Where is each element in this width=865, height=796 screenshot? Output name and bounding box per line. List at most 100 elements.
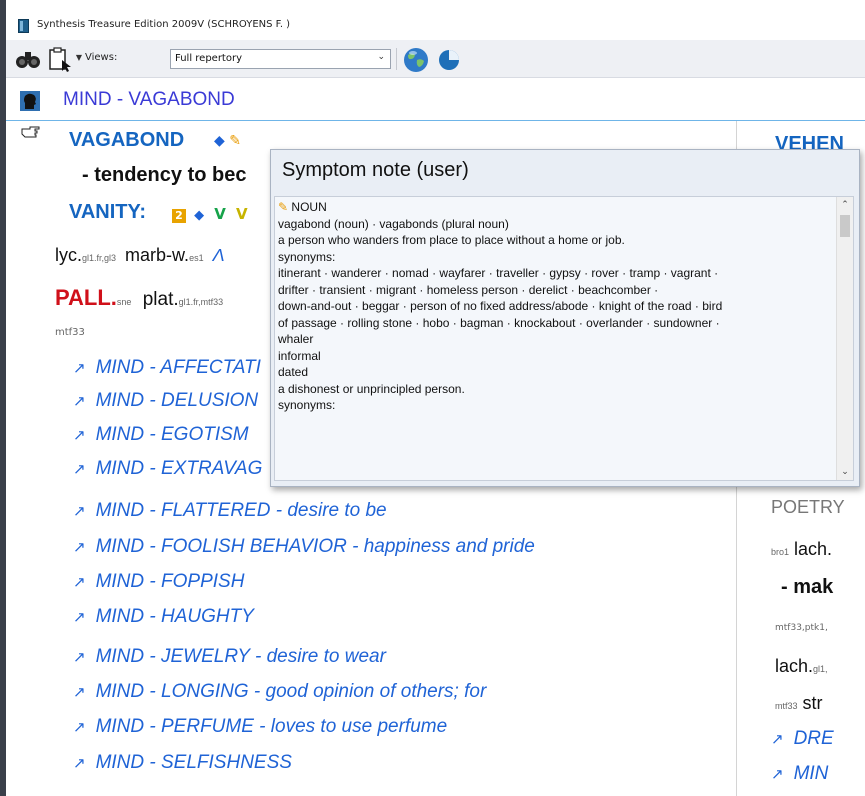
source-reference: mtf33 bbox=[55, 327, 85, 338]
globe-icon[interactable] bbox=[401, 46, 431, 74]
count-badge: 2 bbox=[172, 209, 186, 223]
title-bar: Synthesis Treasure Edition 2009V (SCHROY… bbox=[6, 14, 865, 38]
crossref-link[interactable]: ↗ MIND - DELUSION bbox=[73, 390, 258, 412]
note-line: informal bbox=[278, 348, 321, 363]
crossref-main: MIND - HAUGHTY bbox=[95, 606, 254, 627]
crossref-link[interactable]: ↗ MIN bbox=[771, 763, 828, 785]
crossref-link[interactable]: ↗ MIND - FOPPISH bbox=[73, 571, 244, 593]
symptom-note-popup[interactable]: Symptom note (user) ✎ NOUN vagabond (nou… bbox=[270, 149, 860, 487]
note-line: itinerant · wanderer · nomad · wayfarer … bbox=[278, 266, 719, 280]
crossref-main: MIND - SELFISHNESS bbox=[95, 752, 292, 773]
remedy-source: gl1.fr,gl3 bbox=[82, 253, 117, 263]
pointing-hand-icon[interactable] bbox=[21, 124, 41, 142]
scroll-down-icon[interactable]: ⌄ bbox=[837, 464, 853, 480]
subrubric-mak[interactable]: - mak bbox=[781, 576, 833, 599]
remedy-list-line: bro1 lach. bbox=[771, 539, 832, 560]
crossref-arrow-icon: ↗ bbox=[73, 609, 86, 626]
crossref-arrow-icon: ↗ bbox=[73, 684, 86, 701]
remedy-plat[interactable]: plat. bbox=[143, 289, 179, 310]
crossref-main: MIND - LONGING bbox=[95, 681, 249, 702]
subrubric-tendency[interactable]: - tendency to bec bbox=[82, 164, 246, 187]
crossref-arrow-icon: ↗ bbox=[771, 766, 784, 783]
crossref-link[interactable]: ↗ DRE bbox=[771, 728, 834, 750]
crossref-main: MIND - JEWELRY bbox=[95, 646, 250, 667]
crossref-arrow-icon: ↗ bbox=[73, 755, 86, 772]
blue-diamond-icon[interactable]: ◆ bbox=[214, 133, 225, 149]
crossref-detail: - happiness and pride bbox=[346, 536, 535, 557]
rubric-vanity[interactable]: VANITY: bbox=[69, 201, 146, 224]
crossref-arrow-icon: ↗ bbox=[73, 427, 86, 444]
rubric-poetry[interactable]: POETRY bbox=[771, 497, 845, 518]
crossref-arrow-icon: ↗ bbox=[73, 539, 86, 556]
crossref-link[interactable]: ↗ MIND - LONGING - good opinion of others… bbox=[73, 681, 486, 703]
vertical-scrollbar[interactable]: ⌃ ⌄ bbox=[836, 197, 853, 480]
remedy-pall[interactable]: PALL. bbox=[55, 285, 117, 310]
blue-diamond-icon[interactable]: ◆ bbox=[194, 208, 204, 223]
rubric-vanity-icons: 2 ◆ V V bbox=[172, 205, 248, 223]
popup-title: Symptom note (user) bbox=[282, 159, 469, 181]
crossref-main: DRE bbox=[793, 728, 834, 749]
crossref-main: MIND - FLATTERED bbox=[95, 500, 271, 521]
rubric-heading-row: MIND - VAGABOND bbox=[6, 88, 865, 116]
note-pencil-icon[interactable]: ✎ bbox=[229, 133, 241, 149]
v-marker-green[interactable]: V bbox=[214, 205, 226, 223]
note-pencil-icon: ✎ bbox=[278, 200, 289, 214]
crossref-detail: - good opinion of others; for bbox=[248, 681, 487, 702]
rubric-heading: MIND - VAGABOND bbox=[63, 89, 235, 110]
remedy-list-line: lach.gl1, bbox=[775, 656, 828, 677]
remedy-str[interactable]: str bbox=[803, 693, 823, 713]
binoculars-icon[interactable] bbox=[15, 48, 41, 70]
crossref-link[interactable]: ↗ MIND - EGOTISM bbox=[73, 424, 249, 446]
v-marker-yellow[interactable]: V bbox=[236, 205, 248, 223]
remedy-list-line: PALL.sne plat.gl1.fr,mtf33 bbox=[55, 285, 223, 311]
crossref-main: MIND - FOPPISH bbox=[95, 571, 245, 592]
crossref-detail: - desire to be bbox=[270, 500, 387, 521]
crossref-arrow-icon: ↗ bbox=[73, 393, 86, 410]
toolbar-divider bbox=[396, 48, 397, 70]
chevron-down-icon: ⌄ bbox=[377, 52, 385, 62]
crossref-link[interactable]: ↗ MIND - EXTRAVAG bbox=[73, 458, 262, 480]
crossref-arrow-icon: ↗ bbox=[73, 649, 86, 666]
views-select-value: Full repertory bbox=[175, 53, 243, 64]
rubric-vagabond[interactable]: VAGABOND bbox=[69, 129, 184, 152]
crossref-arrow-icon: ↗ bbox=[73, 503, 86, 520]
source-reference: mtf33,ptk1, bbox=[775, 623, 828, 633]
remedy-list-line: mtf33 str bbox=[775, 693, 823, 714]
clipboard-cursor-icon[interactable] bbox=[47, 46, 73, 72]
crossref-link[interactable]: ↗ MIND - AFFECTATI bbox=[73, 357, 261, 379]
remedy-truncated[interactable]: Λ bbox=[213, 245, 225, 265]
note-line: drifter · transient · migrant · homeless… bbox=[278, 282, 659, 297]
crossref-detail: - loves to use perfume bbox=[253, 716, 448, 737]
remedy-lach[interactable]: lach. bbox=[794, 539, 832, 559]
remedy-lach[interactable]: lach. bbox=[775, 656, 813, 676]
note-line: synonyms: bbox=[278, 398, 336, 412]
remedy-source: es1 bbox=[189, 253, 204, 263]
remedy-source: gl1, bbox=[813, 664, 828, 674]
views-select[interactable]: Full repertory ⌄ bbox=[170, 49, 391, 69]
crossref-main: MIND - DELUSION bbox=[95, 390, 259, 411]
crossref-arrow-icon: ↗ bbox=[73, 360, 86, 377]
crossref-main: MIN bbox=[793, 763, 829, 784]
crossref-link[interactable]: ↗ MIND - PERFUME - loves to use perfume bbox=[73, 716, 447, 738]
crossref-link[interactable]: ↗ MIND - JEWELRY - desire to wear bbox=[73, 646, 386, 668]
remedy-source: sne bbox=[116, 297, 132, 307]
crossref-arrow-icon: ↗ bbox=[73, 574, 86, 591]
crossref-link[interactable]: ↗ MIND - FOOLISH BEHAVIOR - happiness and… bbox=[73, 536, 535, 558]
pie-chart-icon[interactable] bbox=[436, 47, 462, 73]
symptom-note-text: ✎ NOUN vagabond (noun) · vagabonds (plur… bbox=[278, 199, 833, 414]
crossref-link[interactable]: ↗ MIND - FLATTERED - desire to be bbox=[73, 500, 387, 522]
scrollbar-thumb[interactable] bbox=[840, 215, 850, 237]
crossref-main: MIND - AFFECTATI bbox=[95, 357, 261, 378]
symptom-note-textarea[interactable]: ✎ NOUN vagabond (noun) · vagabonds (plur… bbox=[274, 196, 854, 481]
note-line: ✎ NOUN bbox=[278, 200, 327, 214]
crossref-link[interactable]: ↗ MIND - HAUGHTY bbox=[73, 606, 254, 628]
note-line: vagabond (noun) · vagabonds (plural noun… bbox=[278, 216, 509, 231]
crossref-link[interactable]: ↗ MIND - SELFISHNESS bbox=[73, 752, 292, 774]
views-menu-caret[interactable]: ▼ bbox=[74, 52, 84, 62]
toolbar: ▼ Views: Full repertory ⌄ bbox=[6, 40, 865, 78]
remedy-lyc[interactable]: lyc. bbox=[55, 245, 82, 265]
scroll-up-icon[interactable]: ⌃ bbox=[837, 197, 853, 213]
remedy-marb-w[interactable]: marb-w. bbox=[125, 245, 189, 265]
remedy-source: gl1.fr,mtf33 bbox=[178, 297, 224, 307]
crossref-main: MIND - FOOLISH BEHAVIOR bbox=[95, 536, 347, 557]
